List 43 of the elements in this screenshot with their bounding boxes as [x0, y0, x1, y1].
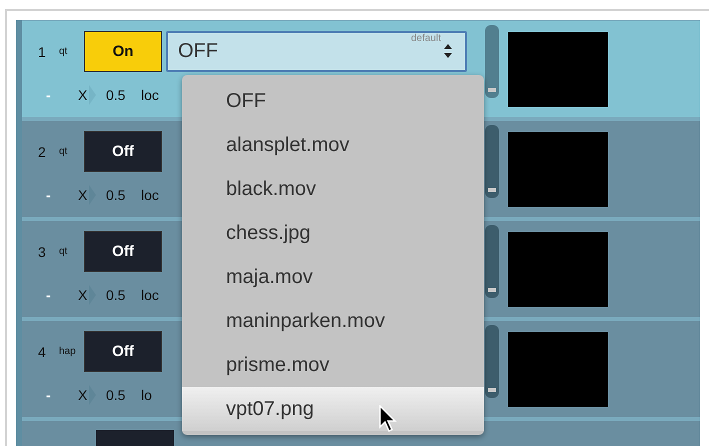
toggle-button[interactable]: Off: [84, 231, 162, 272]
codec-label: qt: [59, 146, 68, 157]
menu-item[interactable]: black.mov: [182, 167, 484, 211]
menu-item[interactable]: maja.mov: [182, 255, 484, 299]
value-field[interactable]: 0.5: [106, 387, 141, 403]
channel-number: 2: [38, 144, 47, 160]
vertical-slider[interactable]: [485, 225, 499, 298]
channel-number: 4: [38, 344, 47, 360]
loc-label: loc: [141, 287, 159, 303]
channel-number: 1: [38, 44, 47, 60]
minus-label[interactable]: -: [38, 287, 78, 303]
codec-label: qt: [59, 246, 68, 257]
loc-label: lo: [141, 387, 152, 403]
value-field[interactable]: 0.5: [106, 187, 141, 203]
menu-item[interactable]: OFF: [182, 79, 484, 123]
menu-item[interactable]: chess.jpg: [182, 211, 484, 255]
toggle-button[interactable]: Off: [84, 331, 162, 372]
minus-label[interactable]: -: [38, 387, 78, 403]
loc-label: loc: [141, 187, 159, 203]
channel-number: 3: [38, 244, 47, 260]
cursor-icon: [378, 405, 398, 433]
default-label: default: [410, 33, 441, 44]
codec-label: hap: [59, 346, 77, 357]
menu-item[interactable]: vpt07.png: [182, 387, 484, 431]
toggle-button[interactable]: Off: [84, 131, 162, 172]
codec-label: qt: [59, 46, 68, 57]
menu-item[interactable]: prisme.mov: [182, 343, 484, 387]
axis-label: X: [78, 187, 88, 203]
value-field[interactable]: 0.5: [106, 87, 141, 103]
vertical-slider[interactable]: [485, 325, 499, 398]
menu-item[interactable]: alansplet.mov: [182, 123, 484, 167]
value-field[interactable]: 0.5: [106, 287, 141, 303]
minus-label[interactable]: -: [38, 187, 78, 203]
axis-label: X: [78, 287, 88, 303]
loc-label: loc: [141, 87, 159, 103]
vertical-slider[interactable]: [485, 25, 499, 98]
menu-item[interactable]: maninparken.mov: [182, 299, 484, 343]
file-dropdown[interactable]: OFF default: [166, 31, 467, 72]
vertical-slider[interactable]: [485, 125, 499, 198]
stepper-icon: [443, 43, 453, 59]
toggle-button[interactable]: On: [84, 31, 162, 72]
axis-label: X: [78, 387, 88, 403]
axis-label: X: [78, 87, 88, 103]
